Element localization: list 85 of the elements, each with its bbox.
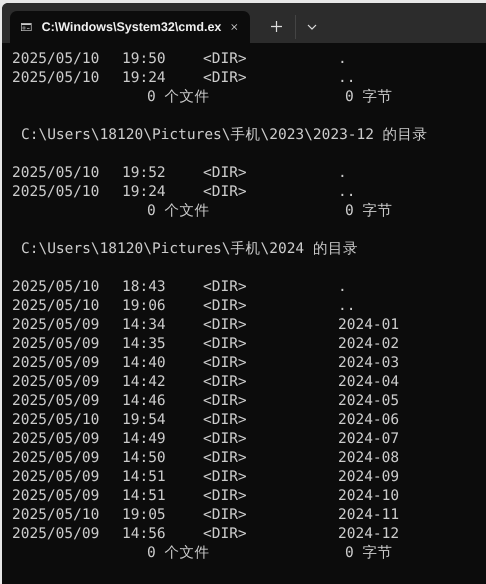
entry-time: 19:54 — [122, 411, 167, 430]
entry-date: 2025/05/09 — [12, 392, 100, 411]
entry-time: 19:06 — [122, 297, 167, 316]
entry-type: <DIR> — [203, 50, 248, 69]
entry-type: <DIR> — [203, 373, 248, 392]
entry-date: 2025/05/09 — [12, 487, 100, 506]
entry-date: 2025/05/10 — [12, 183, 100, 202]
entry-time: 14:35 — [122, 335, 167, 354]
directory-heading: C:\Users\18120\Pictures\手机\2024 的目录 — [21, 240, 358, 259]
terminal-tab[interactable]: C:\Windows\System32\cmd.ex — [10, 11, 250, 43]
entry-type: <DIR> — [203, 278, 248, 297]
entry-name: 2024-11 — [338, 506, 400, 525]
entry-name: 2024-09 — [338, 468, 400, 487]
new-tab-icon[interactable] — [271, 21, 282, 32]
entry-date: 2025/05/10 — [12, 297, 100, 316]
entry-time: 18:43 — [122, 278, 167, 297]
entry-name: 2024-03 — [338, 354, 400, 373]
entry-type: <DIR> — [203, 297, 248, 316]
entry-name: 2024-05 — [338, 392, 400, 411]
entry-time: 14:51 — [122, 487, 167, 506]
entry-type: <DIR> — [203, 487, 248, 506]
entry-name: . — [338, 164, 347, 183]
entry-name: . — [338, 278, 347, 297]
entry-date: 2025/05/09 — [12, 449, 100, 468]
entry-time: 19:50 — [122, 50, 167, 69]
entry-name: 2024-01 — [338, 316, 400, 335]
entry-name: . — [338, 50, 347, 69]
entry-date: 2025/05/09 — [12, 430, 100, 449]
entry-date: 2025/05/10 — [12, 50, 100, 69]
close-icon[interactable] — [231, 22, 238, 32]
entry-date: 2025/05/10 — [12, 506, 100, 525]
entry-time: 14:42 — [122, 373, 167, 392]
entry-date: 2025/05/09 — [12, 335, 100, 354]
entry-date: 2025/05/10 — [12, 69, 100, 88]
directory-heading: C:\Users\18120\Pictures\手机\2023\2023-12 的目录 — [21, 126, 428, 145]
entry-time: 14:50 — [122, 449, 167, 468]
entry-date: 2025/05/09 — [12, 468, 100, 487]
entry-name: 2024-10 — [338, 487, 400, 506]
terminal-icon — [21, 21, 32, 33]
entry-time: 19:24 — [122, 69, 167, 88]
entry-date: 2025/05/10 — [12, 278, 100, 297]
entry-type: <DIR> — [203, 430, 248, 449]
entry-time: 19:52 — [122, 164, 167, 183]
file-count: 0 个文件 — [147, 202, 210, 221]
dropdown-icon[interactable] — [307, 24, 317, 30]
entry-date: 2025/05/09 — [12, 525, 100, 544]
entry-name: 2024-07 — [338, 430, 400, 449]
entry-name: .. — [338, 183, 356, 202]
entry-type: <DIR> — [203, 69, 248, 88]
entry-name: 2024-08 — [338, 449, 400, 468]
entry-time: 14:49 — [122, 430, 167, 449]
file-count: 0 个文件 — [147, 544, 210, 563]
entry-type: <DIR> — [203, 316, 248, 335]
entry-time: 14:56 — [122, 525, 167, 544]
entry-type: <DIR> — [203, 392, 248, 411]
entry-date: 2025/05/10 — [12, 164, 100, 183]
entry-name: .. — [338, 69, 356, 88]
byte-count: 0 字节 — [345, 202, 392, 221]
entry-date: 2025/05/09 — [12, 316, 100, 335]
entry-time: 14:46 — [122, 392, 167, 411]
entry-type: <DIR> — [203, 164, 248, 183]
entry-type: <DIR> — [203, 506, 248, 525]
entry-date: 2025/05/09 — [12, 373, 100, 392]
entry-type: <DIR> — [203, 449, 248, 468]
byte-count: 0 字节 — [345, 88, 392, 107]
entry-type: <DIR> — [203, 468, 248, 487]
entry-name: .. — [338, 297, 356, 316]
entry-date: 2025/05/10 — [12, 411, 100, 430]
entry-date: 2025/05/09 — [12, 354, 100, 373]
entry-time: 14:40 — [122, 354, 167, 373]
file-count: 0 个文件 — [147, 88, 210, 107]
entry-type: <DIR> — [203, 335, 248, 354]
entry-type: <DIR> — [203, 354, 248, 373]
entry-type: <DIR> — [203, 411, 248, 430]
entry-time: 14:34 — [122, 316, 167, 335]
entry-type: <DIR> — [203, 525, 248, 544]
entry-time: 19:24 — [122, 183, 167, 202]
entry-name: 2024-06 — [338, 411, 400, 430]
entry-time: 14:51 — [122, 468, 167, 487]
byte-count: 0 字节 — [345, 544, 392, 563]
entry-name: 2024-12 — [338, 525, 400, 544]
entry-type: <DIR> — [203, 183, 248, 202]
entry-time: 19:05 — [122, 506, 167, 525]
entry-name: 2024-04 — [338, 373, 400, 392]
entry-name: 2024-02 — [338, 335, 400, 354]
